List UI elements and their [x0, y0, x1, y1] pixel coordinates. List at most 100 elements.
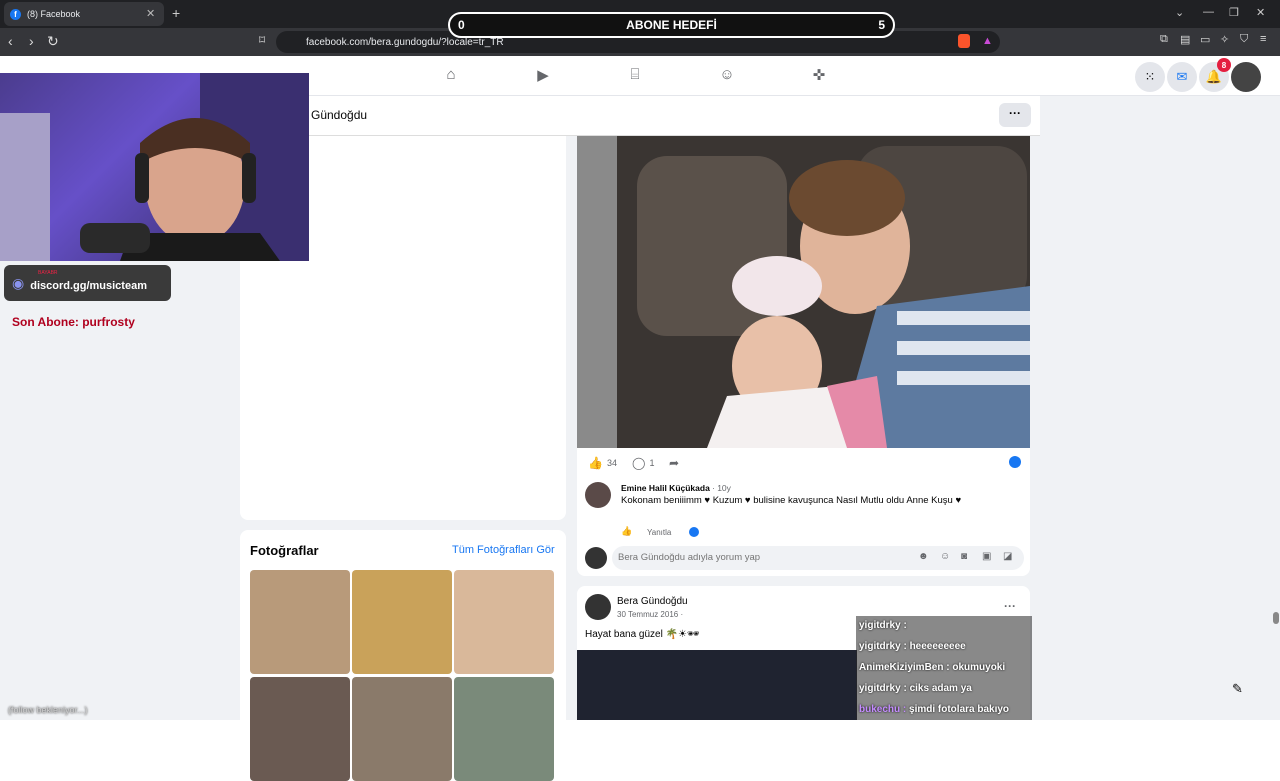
- maximize-icon[interactable]: ❐: [1229, 6, 1239, 19]
- chat-text: heeeeeeeee: [909, 641, 966, 652]
- commenter-avatar[interactable]: [585, 482, 611, 508]
- webcam-overlay: [0, 73, 309, 261]
- tab-close-icon[interactable]: ✕: [146, 7, 155, 20]
- chat-message: yigitdrky : ciks adam ya: [859, 683, 972, 694]
- chat-text: ciks adam ya: [909, 683, 972, 694]
- leo-icon[interactable]: ✧: [1220, 33, 1229, 46]
- audience-icon[interactable]: [1009, 456, 1021, 468]
- post-date[interactable]: 30 Temmuz 2016 ·: [617, 610, 683, 619]
- comment-text: Kokonam beniiimm ♥ Kuzum ♥ bulisine kavu…: [621, 495, 962, 506]
- extensions-icon[interactable]: ⧉: [1160, 33, 1168, 46]
- gif-icon[interactable]: ▣: [982, 551, 991, 562]
- post-photo[interactable]: [577, 136, 1030, 448]
- last-subscriber: Son Abone: purfrosty: [12, 315, 135, 329]
- gaming-icon[interactable]: ✜: [809, 66, 829, 86]
- comment-like-icon[interactable]: 👍: [621, 526, 632, 537]
- chat-text: şimdi fotolara bakıyo: [909, 704, 1010, 715]
- photo-thumbnail[interactable]: [454, 570, 554, 674]
- post-text: Hayat bana güzel 🌴☀🕶: [585, 629, 700, 640]
- chat-username: bukechu :: [859, 704, 910, 715]
- minimize-icon[interactable]: —: [1203, 6, 1214, 18]
- post-more-button[interactable]: ···: [1004, 599, 1016, 613]
- comment-count[interactable]: ◯ 1: [632, 456, 654, 470]
- commenter-name[interactable]: Emine Halil Küçükada: [621, 483, 710, 493]
- profile-avatar[interactable]: [1231, 62, 1261, 92]
- notification-badge: 8: [1217, 58, 1231, 72]
- discord-icon: ◉: [12, 274, 25, 291]
- comment-icon: ◯: [632, 456, 646, 470]
- scrollbar[interactable]: [1272, 96, 1280, 720]
- sidebar-icon[interactable]: ▤: [1180, 33, 1190, 46]
- new-tab-icon[interactable]: +: [172, 5, 180, 21]
- url-text: facebook.com/bera.gundogdu/?locale=tr_TR: [306, 36, 504, 48]
- discord-small-label: BAYABR: [38, 270, 58, 276]
- reload-icon[interactable]: ↻: [47, 33, 59, 50]
- author-avatar[interactable]: [585, 594, 611, 620]
- like-count[interactable]: 👍 34: [588, 456, 617, 470]
- chat-username: yigitdrky :: [859, 641, 910, 652]
- facebook-favicon-icon: f: [10, 8, 21, 20]
- follow-status: (follow bekleniyor...): [8, 705, 88, 715]
- like-icon: 👍: [588, 456, 603, 470]
- forward-icon[interactable]: ›: [29, 33, 34, 49]
- home-icon[interactable]: ⌂: [441, 66, 461, 86]
- groups-icon[interactable]: ☺: [717, 66, 737, 86]
- rewards-icon[interactable]: ▲: [982, 35, 993, 47]
- photo-thumbnail[interactable]: [250, 677, 350, 781]
- photo-thumbnail[interactable]: [250, 570, 350, 674]
- subscriber-goal-bar: 0 ABONE HEDEFİ 5: [448, 12, 895, 38]
- see-all-photos-link[interactable]: Tüm Fotoğrafları Gör: [452, 544, 555, 556]
- chat-message: yigitdrky :: [859, 620, 907, 631]
- photo-thumbnail[interactable]: [454, 677, 554, 781]
- brave-shield-icon[interactable]: [958, 34, 970, 48]
- new-message-icon[interactable]: ✎: [1232, 681, 1254, 703]
- second-post-photo[interactable]: [577, 650, 857, 720]
- share-icon[interactable]: ➦: [669, 456, 679, 470]
- goal-title: ABONE HEDEFİ: [626, 18, 717, 32]
- webcam-drawing: [0, 73, 309, 261]
- goal-target: 5: [878, 18, 885, 32]
- post-photo-drawing: [577, 136, 1030, 448]
- my-avatar: [585, 547, 607, 569]
- wallet-icon[interactable]: ▭: [1200, 33, 1210, 46]
- comment-time[interactable]: · 10y: [712, 483, 731, 493]
- menu-icon[interactable]: ≡: [1260, 33, 1266, 45]
- sticker-icon[interactable]: ◪: [1003, 551, 1012, 562]
- video-icon[interactable]: ▶: [533, 66, 553, 86]
- goal-current: 0: [458, 18, 465, 32]
- chat-message: AnimeKiziyimBen : okumuyoki: [859, 662, 1005, 673]
- photo-thumbnail[interactable]: [352, 677, 452, 781]
- tab-search-icon[interactable]: ⌄: [1175, 6, 1184, 19]
- chat-username: yigitdrky :: [859, 683, 910, 694]
- comment-reaction-icon: [689, 527, 699, 537]
- discord-banner: BAYABR ◉ discord.gg/musicteam: [4, 265, 171, 301]
- back-icon[interactable]: ‹: [8, 33, 13, 49]
- tab-title: (8) Facebook: [27, 9, 81, 19]
- chat-username: AnimeKiziyimBen :: [859, 662, 953, 673]
- chat-username: yigitdrky :: [859, 620, 907, 631]
- profile-name: Gündoğdu: [311, 108, 368, 122]
- emoji-icon[interactable]: ☺: [940, 551, 950, 562]
- camera-icon[interactable]: ◙: [961, 551, 967, 562]
- discord-link: discord.gg/musicteam: [30, 280, 147, 292]
- messenger-icon[interactable]: ✉: [1167, 62, 1197, 92]
- scrollbar-thumb[interactable]: [1273, 612, 1279, 624]
- chat-message: bukechu : şimdi fotolara bakıyo: [859, 704, 1009, 715]
- comment-reply-link[interactable]: Yanıtla: [647, 528, 671, 537]
- chat-message: yigitdrky : heeeeeeeee: [859, 641, 966, 652]
- comments-value: 1: [649, 458, 655, 468]
- post-author[interactable]: Bera Gündoğdu: [617, 596, 688, 607]
- browser-tab[interactable]: f (8) Facebook: [4, 2, 164, 26]
- marketplace-icon[interactable]: ⌸: [625, 66, 645, 86]
- close-window-icon[interactable]: ✕: [1256, 6, 1265, 19]
- photo-thumbnail[interactable]: [352, 570, 452, 674]
- likes-value: 34: [606, 458, 617, 468]
- profile-name-bar: Gündoğdu: [240, 96, 1040, 136]
- bookmark-icon[interactable]: ⌑: [259, 33, 265, 47]
- photos-title: Fotoğraflar: [250, 543, 319, 558]
- chat-text: okumuyoki: [952, 662, 1006, 673]
- menu-grid-icon[interactable]: ⁙: [1135, 62, 1165, 92]
- vpn-icon[interactable]: ⛉: [1240, 33, 1248, 46]
- more-options-button[interactable]: ···: [999, 103, 1031, 127]
- avatar-sticker-icon[interactable]: ☻: [918, 551, 929, 562]
